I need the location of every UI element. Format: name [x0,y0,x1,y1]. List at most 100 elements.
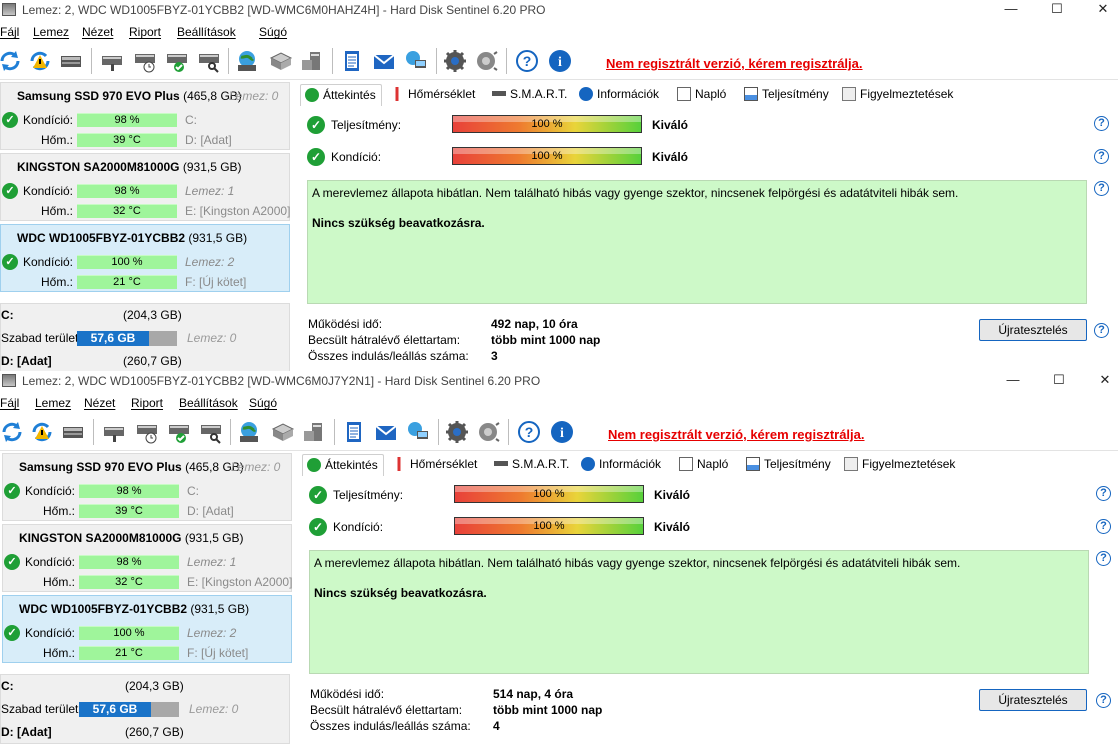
disk-check-icon[interactable] [166,419,192,445]
speaker-icon[interactable] [476,419,502,445]
help-icon[interactable]: ? [1096,486,1111,501]
tab-smart[interactable]: S.M.A.R.T. [494,454,569,476]
globe-disk-icon[interactable] [236,419,262,445]
disk-item-samsung[interactable]: Samsung SSD 970 EVO Plus (465,8 GB) Leme… [0,82,290,150]
retest-button[interactable]: Újratesztelés [979,689,1087,711]
volume-d[interactable]: D: [Adat] (260,7 GB) [1,725,291,745]
tab-informaciok[interactable]: Információk [579,84,659,106]
server-icon[interactable] [298,48,324,74]
tab-teljesitmeny[interactable]: Teljesítmény [744,84,829,106]
tab-homerseklet[interactable]: Hőmérséklet [392,454,477,476]
tab-smart[interactable]: S.M.A.R.T. [492,84,567,106]
tab-naplo[interactable]: Napló [679,454,728,476]
minimize-button[interactable]: — [990,371,1036,391]
tab-informaciok[interactable]: Információk [581,454,661,476]
help-icon[interactable]: ? [1094,116,1109,131]
tab-figyelmeztetesek[interactable]: Figyelmeztetések [844,454,955,476]
disk-clock-icon[interactable] [134,419,160,445]
close-button[interactable]: ✕ [1082,371,1118,391]
hdd-icon[interactable] [60,419,86,445]
kondicio-bar: 100 % [452,147,642,165]
menu-nezet[interactable]: Nézet [84,396,115,410]
help-icon[interactable]: ? [514,48,540,74]
help-icon[interactable]: ? [1096,551,1111,566]
minimize-button[interactable]: — [988,0,1034,20]
overview-panel: ✓ Teljesítmény: 100 % Kiváló ? ✓ Kondíci… [300,106,1118,372]
menu-beallitasok[interactable]: Beállítások [179,396,238,410]
help-icon[interactable]: ? [1096,693,1111,708]
menu-fajl[interactable]: Fájl [0,25,19,39]
help-icon[interactable]: ? [1094,149,1109,164]
unregistered-link[interactable]: Nem regisztrált verzió, kérem regisztrál… [606,56,863,71]
menu-nezet[interactable]: Nézet [82,25,113,39]
disk-item-kingston[interactable]: KINGSTON SA2000M81000G (931,5 GB) ✓ Kond… [2,524,292,592]
help-icon[interactable]: ? [1094,323,1109,338]
disk-item-wdc[interactable]: WDC WD1005FBYZ-01YCBB2 (931,5 GB) ✓ Kond… [0,224,290,292]
mail-icon[interactable] [371,48,397,74]
volume-c[interactable]: C: (204,3 GB) [1,308,291,328]
speaker-icon[interactable] [474,48,500,74]
tab-figyelmeztetesek[interactable]: Figyelmeztetések [842,84,953,106]
disk-check-icon[interactable] [164,48,190,74]
warning-refresh-icon[interactable] [29,419,55,445]
volume-d[interactable]: D: [Adat] (260,7 GB) [1,354,291,372]
menu-sugo[interactable]: Súgó [259,25,287,39]
help-icon[interactable]: ? [516,419,542,445]
disk-search-icon[interactable] [198,419,224,445]
network-icon[interactable] [405,419,431,445]
tab-attekintes[interactable]: Áttekintés [302,454,384,476]
disk-health-icon[interactable] [101,419,127,445]
help-icon[interactable]: ? [1094,181,1109,196]
menu-riport[interactable]: Riport [131,396,163,410]
tab-naplo[interactable]: Napló [677,84,726,106]
help-icon[interactable]: ? [1096,519,1111,534]
drive-label: F: [Új kötet] [187,646,249,660]
menu-fajl[interactable]: Fájl [0,396,19,410]
menu-riport[interactable]: Riport [129,25,161,39]
tab-attekintes[interactable]: Áttekintés [300,84,382,106]
disk-clock-icon[interactable] [132,48,158,74]
volume-c[interactable]: C: (204,3 GB) [1,679,291,699]
notepad-icon[interactable] [341,419,367,445]
disk-item-kingston[interactable]: KINGSTON SA2000M81000G (931,5 GB) ✓ Kond… [0,153,290,221]
info-icon[interactable]: i [547,48,573,74]
refresh-icon[interactable] [0,48,23,74]
disk-item-wdc[interactable]: WDC WD1005FBYZ-01YCBB2 (931,5 GB) ✓ Kond… [2,595,292,663]
menu-beallitasok[interactable]: Beállítások [177,25,236,39]
info-value: 3 [491,349,498,363]
retest-button[interactable]: Újratesztelés [979,319,1087,341]
mail-icon[interactable] [373,419,399,445]
network-disk-icon[interactable] [270,419,296,445]
info-icon[interactable]: i [549,419,575,445]
maximize-button[interactable]: ☐ [1036,371,1082,391]
maximize-button[interactable]: ☐ [1034,0,1080,20]
disk-item-samsung[interactable]: Samsung SSD 970 EVO Plus (465,8 GB) Leme… [2,453,292,521]
menu-lemez[interactable]: Lemez [35,396,71,410]
hom-label: Hőm.: [42,504,75,518]
server-icon[interactable] [300,419,326,445]
warning-refresh-icon[interactable] [27,48,53,74]
globe-disk-icon[interactable] [234,48,260,74]
hom-value: 32 °C [77,204,177,218]
refresh-icon[interactable] [0,419,25,445]
close-button[interactable]: ✕ [1080,0,1118,20]
disk-health-icon[interactable] [99,48,125,74]
unregistered-link[interactable]: Nem regisztrált verzió, kérem regisztrál… [608,427,865,442]
disk-name: KINGSTON SA2000M81000G (931,5 GB) [19,531,244,545]
notepad-icon[interactable] [339,48,365,74]
gear-icon[interactable] [444,419,470,445]
tab-teljesitmeny[interactable]: Teljesítmény [746,454,831,476]
hdd-icon[interactable] [58,48,84,74]
disk-hom-row: Hőm.: 32 °C E: [Kingston A2000] [1,201,291,221]
network-disk-icon[interactable] [268,48,294,74]
tab-homerseklet[interactable]: Hőmérséklet [390,84,475,106]
disk-search-icon[interactable] [196,48,222,74]
gear-icon[interactable] [442,48,468,74]
info-label: Működési idő: [310,687,385,701]
window-title: Lemez: 2, WDC WD1005FBYZ-01YCBB2 [WD-WMC… [22,3,546,17]
network-icon[interactable] [403,48,429,74]
menu-sugo[interactable]: Súgó [249,396,277,410]
kondicio-label: Kondíció: [22,184,73,198]
info-value: 492 nap, 10 óra [491,317,578,331]
menu-lemez[interactable]: Lemez [33,25,69,39]
